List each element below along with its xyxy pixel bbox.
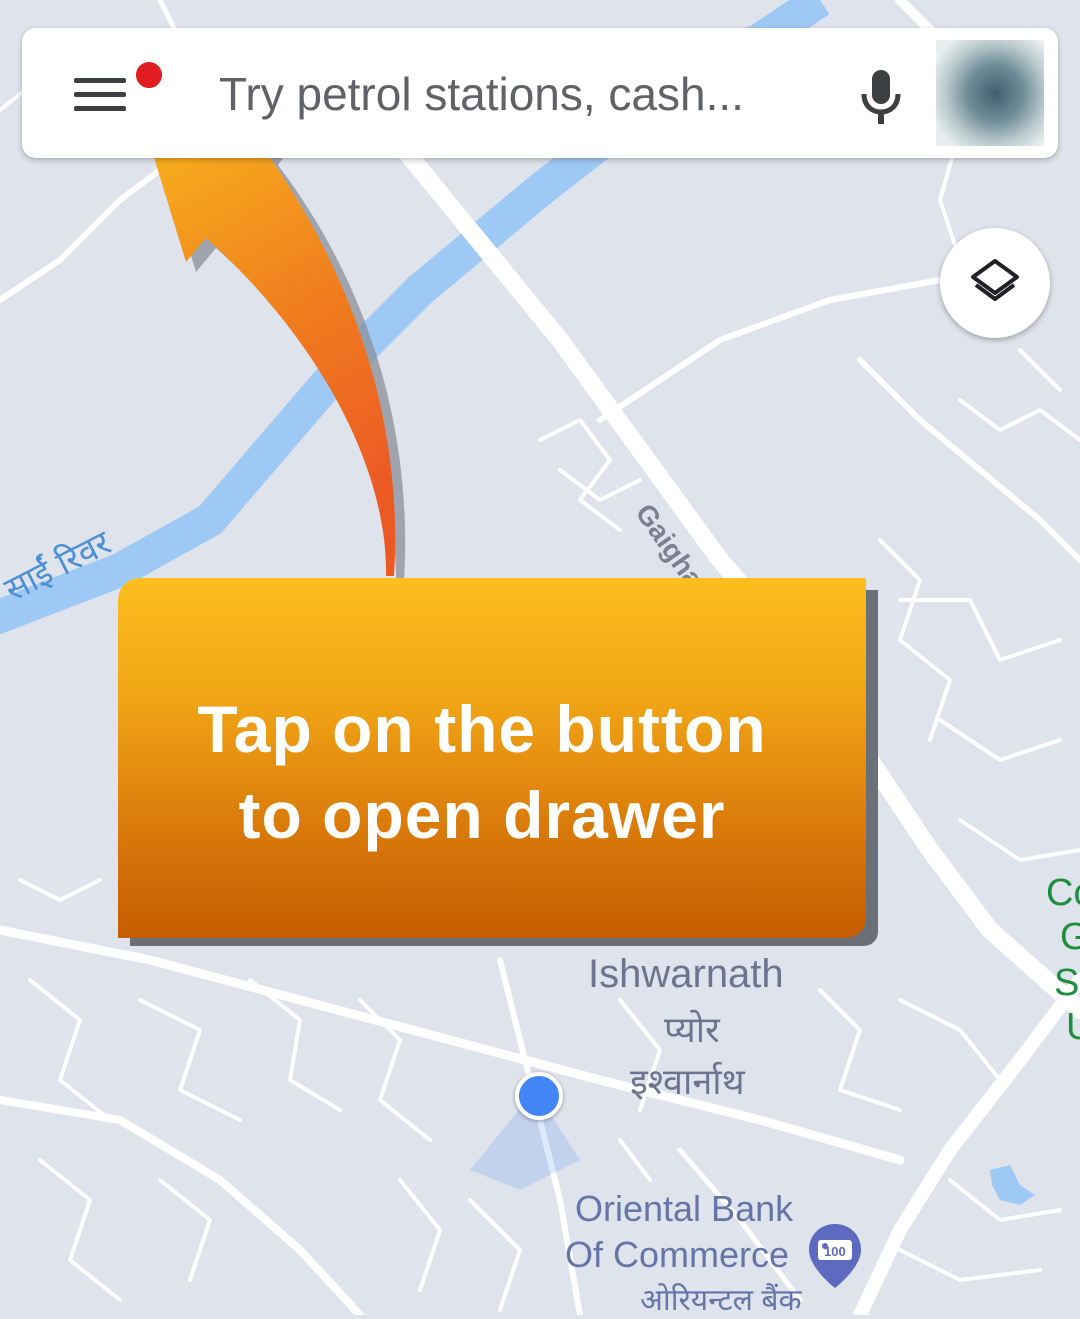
map-label-bank-hi[interactable]: ओरियन्टल बैंक [640,1278,802,1319]
tutorial-callout: Tap on the button to open drawer [118,578,866,938]
map-label-ishwarnath: Ishwarnath [588,952,784,996]
map-label-right-edge-3: S [1054,962,1080,1004]
notification-dot-icon [134,60,164,90]
search-input[interactable] [217,58,841,130]
map-layers-button[interactable] [940,228,1050,338]
bank-badge-text: 100 [824,1244,846,1259]
microphone-icon [861,70,901,124]
menu-button[interactable] [62,56,164,132]
layers-icon [971,259,1019,301]
map-label-ishwarnath-hi-1: प्योर [664,1009,720,1050]
voice-search-button[interactable] [842,62,920,132]
map-label-right-edge-2: G [1060,916,1080,958]
bank-pin-icon[interactable]: 100 [806,1222,864,1290]
callout-text: Tap on the button to open drawer [118,686,846,858]
current-location-icon[interactable] [515,1072,563,1120]
map-label-right-edge-1: Co [1046,872,1080,914]
map-label-ishwarnath-hi-2: इश्वार्नाथ [630,1061,745,1102]
map-label-bank-line1[interactable]: Oriental Bank [575,1188,793,1230]
search-bar[interactable] [22,28,1058,158]
map-label-right-edge-4: U [1066,1006,1080,1048]
map-label-bank-line2[interactable]: Of Commerce [565,1234,789,1276]
callout-line-2: to open drawer [238,778,726,852]
callout-line-1: Tap on the button [197,692,767,766]
account-avatar[interactable] [936,40,1044,146]
